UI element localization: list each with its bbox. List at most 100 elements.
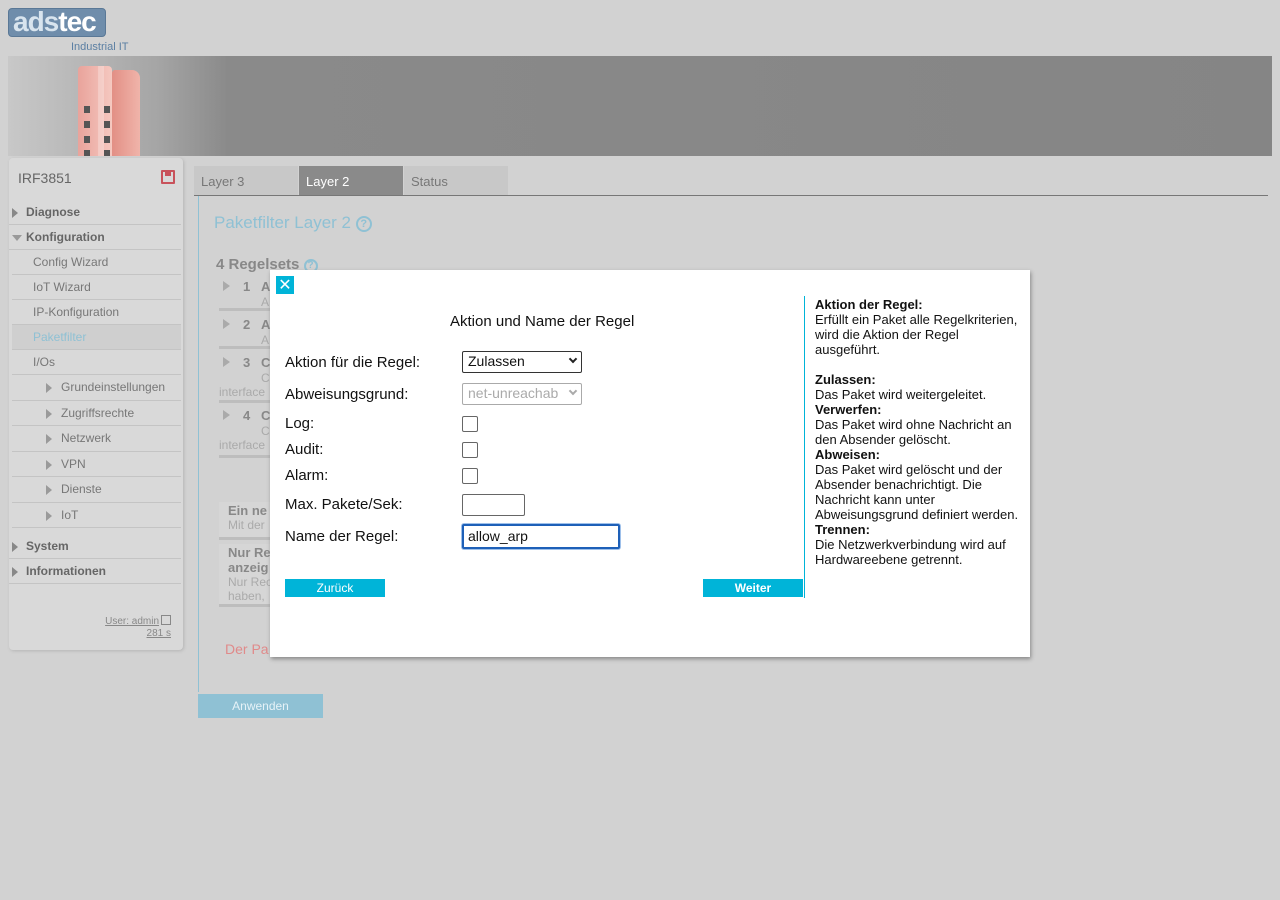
router-device-image [78,66,142,156]
info-title-2: anzeig [228,560,269,575]
ruleset-subtitle: C [261,371,270,385]
audit-checkbox[interactable] [462,442,478,458]
help-text: Erfüllt ein Paket alle Regelkriterien, w… [815,312,1018,357]
ruleset-title: C [261,355,271,370]
rule-name-label: Name der Regel: [285,528,399,545]
expand-icon [46,459,52,470]
ruleset-title: C [261,408,271,423]
sidebar-item-label: Informationen [26,564,106,578]
ruleset-interface: interface [219,385,266,399]
ruleset-number: 4 [243,408,251,423]
new-ruleset-box[interactable]: Ein ne Mit der [219,502,271,540]
expand-icon[interactable] [223,410,230,420]
sidebar-item-label: VPN [61,456,86,471]
logout-icon[interactable] [161,615,171,625]
sidebar-item-vpn[interactable]: VPN [12,452,181,477]
help-divider [804,296,805,598]
help-text: Das Paket wird weitergeleitet. [815,387,987,402]
sidebar-item-ip-konfiguration[interactable]: IP-Konfiguration [12,300,181,325]
header-banner [8,56,1272,156]
adstec-logo: adstec Industrial IT [8,6,138,54]
sidebar-item-dienste[interactable]: Dienste [12,477,181,503]
sidebar-item-konfiguration[interactable]: Konfiguration [9,225,181,250]
user-link[interactable]: User: admin [105,614,171,627]
info-text-2: haben, [228,589,265,603]
rule-name-input[interactable]: allow_arp [462,524,620,549]
help-heading: Aktion der Regel: [815,297,923,312]
max-packets-label: Max. Pakete/Sek: [285,496,403,513]
sidebar-item-iot[interactable]: IoT [12,503,181,528]
device-name: IRF3851 [18,170,72,186]
expand-icon[interactable] [223,357,230,367]
ruleset-title: A [261,279,271,294]
alarm-label: Alarm: [285,467,329,484]
expand-icon [46,408,52,419]
user-label: User: admin [105,616,159,627]
expand-icon [46,510,52,521]
max-packets-input[interactable] [462,494,525,516]
ruleset-title: A [261,317,271,332]
collapse-icon [12,235,22,241]
log-checkbox[interactable] [462,416,478,432]
logo-text-a: ads [13,6,59,37]
expand-icon[interactable] [223,281,230,291]
sidebar-item-grundeinstellungen[interactable]: Grundeinstellungen [12,375,181,401]
sidebar-item-label: System [26,539,69,553]
expand-icon [46,434,52,444]
sidebar-item-paketfilter[interactable]: Paketfilter [12,325,181,350]
apply-button[interactable]: Anwenden [198,694,323,718]
logo-subtitle: Industrial IT [71,41,129,53]
expand-icon [12,567,18,577]
action-label: Aktion für die Regel: [285,354,421,371]
sidebar: IRF3851 Diagnose Konfiguration Config Wi… [9,158,183,650]
help-icon[interactable]: ? [355,216,372,232]
sidebar-item-informationen[interactable]: Informationen [9,559,181,584]
expand-icon [46,485,52,495]
content-border [198,196,199,692]
expand-icon [12,542,18,552]
ruleset-interface: interface [219,438,266,452]
sidebar-item-label: Konfiguration [26,230,105,244]
action-select[interactable]: Zulassen [462,351,582,373]
sidebar-item-ios[interactable]: I/Os [12,350,181,375]
sidebar-item-system[interactable]: System [9,534,181,559]
tab-layer2[interactable]: Layer 2 [299,166,403,196]
sidebar-item-label: IoT Wizard [33,280,91,294]
back-button[interactable]: Zurück [285,579,385,597]
help-heading: Verwerfen: [815,402,882,417]
save-icon[interactable] [161,170,175,184]
next-button[interactable]: Weiter [703,579,803,597]
ruleset-number: 1 [243,279,251,294]
reject-reason-select[interactable]: net-unreachab [462,383,582,405]
help-text: Die Netzwerkverbindung wird auf Hardware… [815,537,1006,567]
ruleset-subtitle: C [261,424,270,438]
expand-icon[interactable] [223,319,230,329]
filter-info-box[interactable]: Nur Re anzeig Nur Rec haben, [219,544,271,607]
sidebar-item-netzwerk[interactable]: Netzwerk [12,426,181,452]
page-title-text: Paketfilter Layer 2 [214,213,352,232]
sidebar-item-label: Diagnose [26,205,81,219]
action-select-value: Zulassen [468,353,525,369]
sidebar-item-diagnose[interactable]: Diagnose [9,200,181,225]
sidebar-item-label: IoT [61,507,79,522]
close-icon[interactable]: ✕ [276,276,294,294]
alarm-checkbox[interactable] [462,468,478,484]
chevron-down-icon [568,386,578,396]
logo-box: adstec [8,6,106,38]
help-heading: Abweisen: [815,447,881,462]
tab-layer3[interactable]: Layer 3 [194,166,298,196]
sidebar-item-label: IP-Konfiguration [33,305,120,319]
page-title: Paketfilter Layer 2 ? [214,213,372,233]
tab-status[interactable]: Status [404,166,508,196]
sidebar-item-zugriffsrechte[interactable]: Zugriffsrechte [12,401,181,426]
audit-label: Audit: [285,441,324,458]
info-title: Nur Re [228,545,271,560]
sidebar-item-iot-wizard[interactable]: IoT Wizard [12,275,181,300]
sidebar-nav: Diagnose Konfiguration Config Wizard IoT… [9,200,183,584]
help-text: Das Paket wird ohne Nachricht an den Abs… [815,417,1012,447]
tab-divider [194,195,1268,196]
sidebar-item-label: Grundeinstellungen [61,380,166,394]
logo-text: adstec [13,6,97,38]
sidebar-item-config-wizard[interactable]: Config Wizard [12,250,181,275]
sidebar-item-label: Zugriffsrechte [61,405,135,420]
